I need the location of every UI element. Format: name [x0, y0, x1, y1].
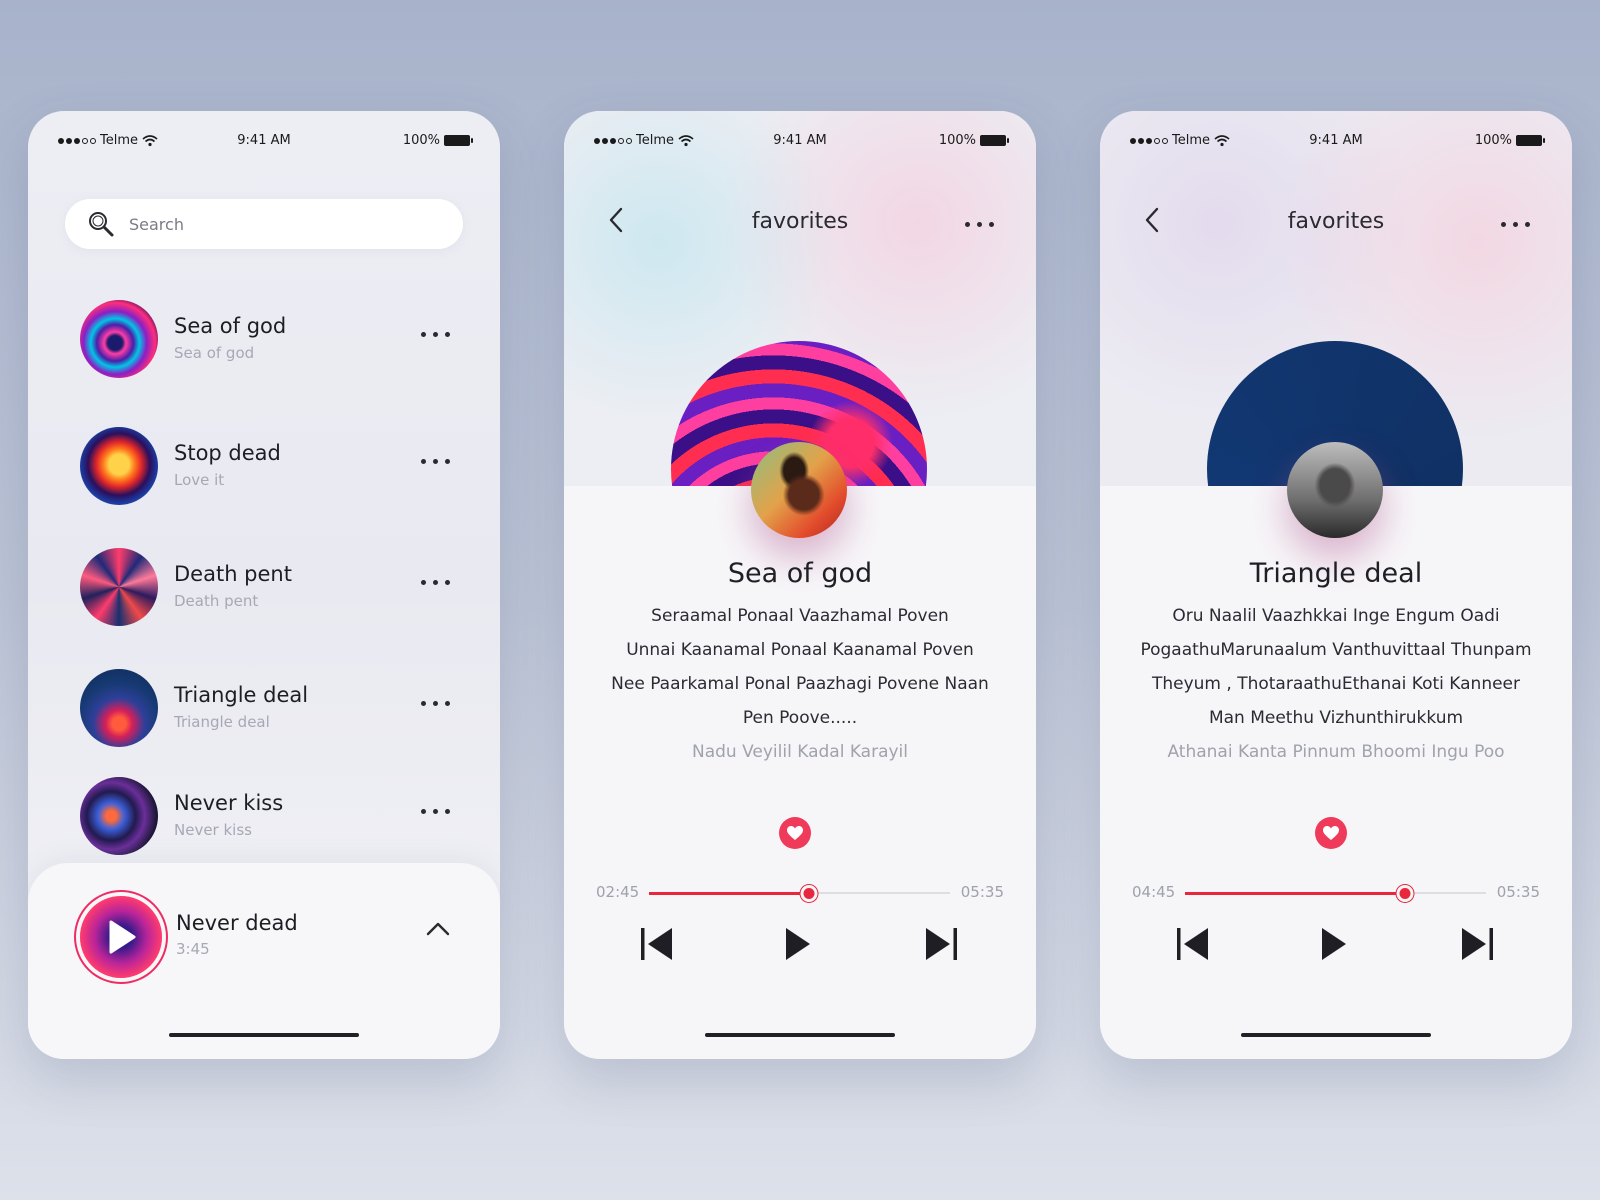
song-subtitle: Triangle deal — [174, 713, 270, 731]
play-icon — [109, 920, 136, 954]
list-item[interactable]: Sea of god Sea of god — [80, 300, 450, 378]
progress-fill — [1185, 891, 1405, 895]
more-icon[interactable] — [421, 701, 450, 706]
more-icon[interactable] — [421, 459, 450, 464]
album-cover — [80, 777, 158, 855]
time-total: 05:35 — [960, 883, 1004, 901]
more-icon[interactable] — [965, 222, 994, 227]
progress-bar[interactable]: 04:45 05:35 — [1132, 881, 1540, 905]
battery-status: 100% — [402, 133, 473, 148]
mini-play-button[interactable] — [80, 896, 162, 978]
more-icon[interactable] — [421, 332, 450, 337]
lyric-line: Nee Paarkamal Ponal Paazhagi Povene Naan — [611, 674, 989, 694]
battery-label: 100% — [938, 133, 976, 148]
album-cover — [80, 669, 158, 747]
lyric-line: Athanai Kanta Pinnum Bhoomi Ingu Poo — [1167, 742, 1505, 762]
play-icon[interactable] — [783, 925, 813, 963]
album-cover — [80, 548, 158, 626]
battery-label: 100% — [1474, 133, 1512, 148]
search-icon — [89, 212, 114, 237]
more-icon[interactable] — [1501, 222, 1530, 227]
album-cover — [80, 300, 158, 378]
artist-avatar — [751, 442, 847, 538]
progress-knob[interactable] — [1396, 885, 1414, 902]
lyric-line: Seraamal Ponaal Vaazhamal Poven — [651, 606, 949, 626]
heart-icon[interactable] — [779, 817, 811, 849]
now-playing-duration: 3:45 — [176, 940, 210, 958]
status-bar: Telme 9:41 AM 100% — [58, 131, 473, 153]
search-input[interactable]: Search — [65, 199, 463, 249]
progress-bar[interactable]: 02:45 05:35 — [596, 881, 1004, 905]
home-indicator — [169, 1033, 359, 1037]
playback-controls — [1100, 925, 1572, 965]
status-bar: Telme 9:41 AM 100% — [594, 131, 1009, 153]
now-playing-title: Never dead — [176, 911, 298, 935]
search-placeholder: Search — [129, 214, 184, 234]
song-title: Triangle deal — [174, 683, 309, 707]
lyric-line: PogaathuMarunaalum Vanthuvittaal Thunpam — [1140, 640, 1532, 660]
heart-icon[interactable] — [1315, 817, 1347, 849]
lyric-line: Man Meethu Vizhunthirukkum — [1208, 708, 1464, 728]
playback-controls — [564, 925, 1036, 965]
next-icon[interactable] — [922, 925, 960, 963]
progress-track[interactable] — [1185, 885, 1486, 902]
chevron-up-icon[interactable] — [426, 921, 450, 937]
battery-icon — [444, 135, 473, 146]
lyrics: Oru Naalil Vaazhkkai Inge Engum Oadi Pog… — [1120, 599, 1552, 769]
lyrics: Seraamal Ponaal Vaazhamal Poven Unnai Ka… — [584, 599, 1016, 769]
list-item[interactable]: Triangle deal Triangle deal — [80, 669, 450, 747]
home-indicator — [1241, 1033, 1431, 1037]
song-subtitle: Love it — [174, 471, 225, 489]
time-current: 04:45 — [1132, 883, 1176, 901]
battery-icon — [980, 135, 1009, 146]
more-icon[interactable] — [421, 809, 450, 814]
lyric-line: Unnai Kaanamal Ponaal Kaanamal Poven — [626, 640, 974, 660]
song-title: Stop dead — [174, 441, 281, 465]
song-title: Sea of god — [727, 558, 873, 589]
album-cover — [80, 427, 158, 505]
battery-label: 100% — [402, 133, 440, 148]
previous-icon[interactable] — [1174, 925, 1212, 963]
song-title: Triangle deal — [1249, 558, 1423, 589]
song-title: Death pent — [174, 562, 292, 586]
song-title: Never kiss — [174, 791, 284, 815]
next-icon[interactable] — [1458, 925, 1496, 963]
home-indicator — [705, 1033, 895, 1037]
previous-icon[interactable] — [638, 925, 676, 963]
player-screen: Telme 9:41 AM 100% favorites Triangle de… — [1100, 111, 1572, 1059]
lyric-line: Oru Naalil Vaazhkkai Inge Engum Oadi — [1172, 606, 1500, 626]
more-icon[interactable] — [421, 580, 450, 585]
time-total: 05:35 — [1496, 883, 1540, 901]
progress-fill — [649, 891, 809, 895]
list-item[interactable]: Stop dead Love it — [80, 427, 450, 505]
mini-player[interactable]: Never dead 3:45 — [28, 863, 500, 1059]
lyric-line: Pen Poove..... — [742, 708, 858, 728]
battery-status: 100% — [938, 133, 1009, 148]
artist-avatar — [1287, 442, 1383, 538]
list-item[interactable]: Never kiss Never kiss — [80, 777, 450, 855]
lyric-line: Theyum , ThotaraathuEthanai Koti Kanneer — [1151, 674, 1521, 694]
progress-knob[interactable] — [800, 885, 818, 902]
library-screen: Telme 9:41 AM 100% Search Sea of god Sea… — [28, 111, 500, 1059]
battery-icon — [1516, 135, 1545, 146]
song-subtitle: Sea of god — [174, 344, 255, 362]
song-title: Sea of god — [174, 314, 287, 338]
time-current: 02:45 — [596, 883, 640, 901]
song-subtitle: Never kiss — [174, 821, 252, 839]
lyric-line: Nadu Veyilil Kadal Karayil — [691, 742, 908, 762]
player-screen: Telme 9:41 AM 100% favorites Sea of god … — [564, 111, 1036, 1059]
list-item[interactable]: Death pent Death pent — [80, 548, 450, 626]
progress-track[interactable] — [649, 885, 950, 902]
battery-status: 100% — [1474, 133, 1545, 148]
play-icon[interactable] — [1319, 925, 1349, 963]
status-bar: Telme 9:41 AM 100% — [1130, 131, 1545, 153]
song-subtitle: Death pent — [174, 592, 259, 610]
